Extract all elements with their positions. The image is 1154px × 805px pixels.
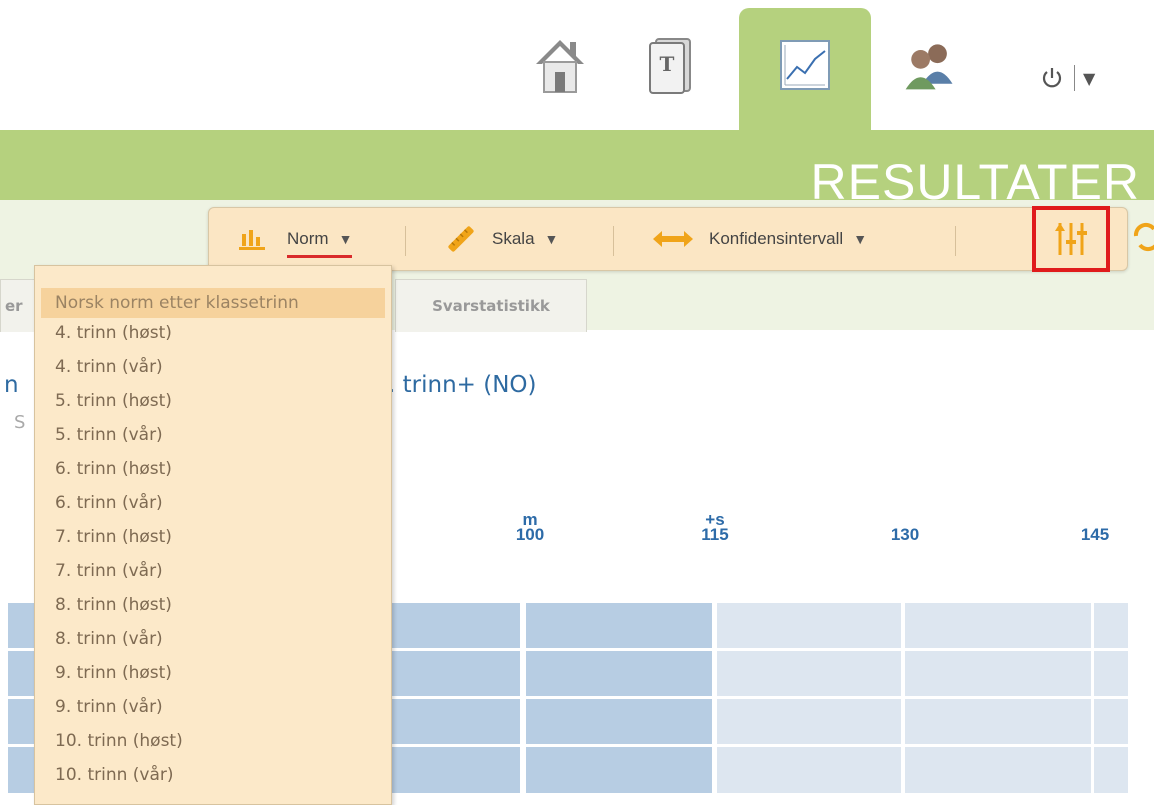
axis-tick-100: m 100 <box>505 511 555 544</box>
norm-option[interactable]: 8. trinn (vår) <box>41 624 385 654</box>
norm-option[interactable]: 10. trinn (vår) <box>41 760 385 790</box>
axis-value: 100 <box>515 525 545 544</box>
axis-value: 115 <box>701 525 729 544</box>
sliders-icon <box>1055 223 1087 255</box>
norm-dropdown-button[interactable]: Norm ▼ <box>239 208 352 270</box>
chevron-down-icon: ▼ <box>338 231 353 247</box>
scale-label: Skala <box>492 229 535 248</box>
chart-icon-graphic <box>780 40 830 90</box>
norm-option[interactable]: 7. trinn (høst) <box>41 522 385 552</box>
norm-active-underline <box>287 255 352 258</box>
title-band: RESULTATER <box>0 130 1154 200</box>
norm-option[interactable]: 6. trinn (vår) <box>41 488 385 518</box>
norm-option[interactable]: 10. trinn (høst) <box>41 726 385 756</box>
axis-value: 130 <box>890 525 920 544</box>
confidence-interval-label: Konfidensintervall <box>709 229 844 248</box>
norm-option[interactable]: 9. trinn (vår) <box>41 692 385 722</box>
refresh-icon[interactable] <box>1132 222 1154 252</box>
book-icon-graphic: T <box>649 38 691 94</box>
tab-answer-statistics[interactable]: Svarstatistikk <box>395 279 587 332</box>
chevron-down-icon[interactable]: ▼ <box>1083 69 1095 88</box>
confidence-interval-dropdown-button[interactable]: Konfidensintervall ▼ <box>653 208 867 270</box>
double-arrow-icon <box>653 231 693 247</box>
home-icon-graphic <box>536 40 584 93</box>
scale-dropdown-button[interactable]: Skala ▼ <box>444 208 558 270</box>
axis-tick-130: 130 <box>880 525 930 544</box>
divider <box>1074 65 1075 91</box>
axis-value: 145 <box>1080 525 1110 544</box>
norm-option[interactable]: 7. trinn (vår) <box>41 556 385 586</box>
norm-option[interactable]: 6. trinn (høst) <box>41 454 385 484</box>
results-toolbar: Norm ▼ Skala ▼ Konfidensintervall ▼ <box>208 207 1128 271</box>
norm-option[interactable]: 9. trinn (høst) <box>41 658 385 688</box>
divider <box>613 226 614 256</box>
bar-chart-icon <box>239 230 265 250</box>
power-icon <box>1042 68 1062 88</box>
page-title: RESULTATER <box>810 154 1140 200</box>
ruler-icon <box>448 226 474 252</box>
settings-button[interactable] <box>1032 206 1110 272</box>
chevron-down-icon: ▼ <box>544 231 559 247</box>
norm-option[interactable]: 4. trinn (høst) <box>41 318 385 348</box>
svg-text:T: T <box>660 52 675 76</box>
users-icon[interactable] <box>900 30 960 100</box>
page-heading: . trinn+ (NO) <box>388 372 537 398</box>
tab-previous-label: er <box>5 297 23 315</box>
norm-option[interactable]: 5. trinn (vår) <box>41 420 385 450</box>
chart-icon[interactable] <box>775 30 835 100</box>
top-navigation: T ▼ <box>0 0 1154 132</box>
norm-option[interactable]: 8. trinn (høst) <box>41 590 385 620</box>
axis-tick-115: +s 115 <box>690 511 740 544</box>
home-icon[interactable] <box>530 30 590 100</box>
power-menu[interactable]: ▼ <box>1040 58 1130 98</box>
norm-dropdown-menu: Norsk norm etter klassetrinn 4. trinn (h… <box>34 265 392 805</box>
users-icon-graphic <box>905 44 953 90</box>
norm-option[interactable]: 4. trinn (vår) <box>41 352 385 382</box>
norm-label: Norm <box>287 229 329 248</box>
norm-option-selected[interactable]: Norsk norm etter klassetrinn <box>41 288 385 318</box>
book-icon[interactable]: T <box>640 30 700 100</box>
norm-option[interactable]: 5. trinn (høst) <box>41 386 385 416</box>
divider <box>405 226 406 256</box>
tab-answer-statistics-label: Svarstatistikk <box>432 297 550 315</box>
chevron-down-icon: ▼ <box>853 231 868 247</box>
divider <box>955 226 956 256</box>
axis-tick-145: 145 <box>1070 525 1120 544</box>
page-heading-start: n <box>4 372 19 398</box>
subheading: S <box>14 412 26 433</box>
refresh-icon-graphic <box>1133 222 1154 252</box>
